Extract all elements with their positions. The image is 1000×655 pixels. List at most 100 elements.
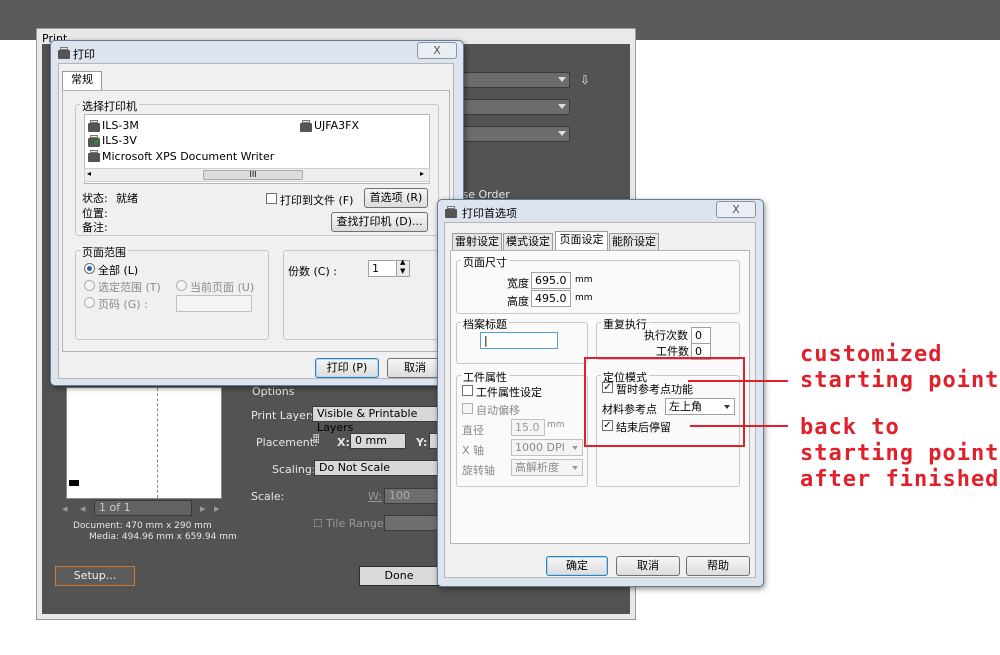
height-input[interactable]: 495.0: [531, 290, 571, 307]
ai-tile-range-input[interactable]: [384, 515, 440, 531]
select-printer-label: 选择打印机: [80, 98, 139, 114]
width-label: 宽度: [507, 277, 529, 290]
chevron-down-icon: [558, 131, 566, 136]
printer-icon: [445, 206, 457, 218]
width-unit: mm: [575, 275, 593, 285]
annotation-pointer-line: [690, 425, 788, 427]
height-unit: mm: [575, 293, 593, 303]
ai-setup-button[interactable]: Setup...: [55, 566, 135, 586]
ai-w-input[interactable]: 100: [384, 488, 440, 504]
ai-scaling-select[interactable]: Do Not Scale: [314, 460, 440, 476]
comment-label: 备注:: [82, 221, 108, 234]
annotation-highlight-box: [584, 357, 745, 447]
tab-page[interactable]: 页面设定: [555, 231, 608, 251]
default-check-icon: ✔: [93, 138, 101, 148]
print-cancel-button[interactable]: 取消: [387, 358, 443, 378]
ai-printer-save-icon[interactable]: ⇩: [580, 73, 590, 87]
auto-offset-label[interactable]: 自动偏移: [476, 402, 520, 418]
diameter-label: 直径: [462, 424, 484, 437]
tab-energy[interactable]: 能阶设定: [609, 233, 659, 251]
x-axis-select[interactable]: 1000 DPI: [511, 439, 583, 456]
ai-page-prev-icon[interactable]: ◂: [80, 502, 86, 515]
annotation-back-line3: after finished: [800, 467, 1000, 492]
annotation-back-line2: starting point: [800, 441, 1000, 466]
status-value: 就绪: [116, 192, 138, 205]
printer-icon: [88, 150, 100, 162]
ai-scaling-label: Scaling:: [272, 463, 316, 476]
file-title-input[interactable]: |: [480, 332, 558, 349]
rotation-label: 旋转轴: [462, 464, 495, 477]
range-pages-label[interactable]: 页码 (G) :: [98, 296, 148, 312]
ai-x-label: X:: [337, 436, 350, 449]
spin-up-icon[interactable]: ▲: [400, 258, 405, 266]
ai-tile-range-checkbox[interactable]: ☐: [313, 517, 323, 530]
pref-cancel-button[interactable]: 取消: [616, 556, 680, 576]
printer-item[interactable]: Microsoft XPS Document Writer: [102, 150, 274, 163]
auto-offset-checkbox[interactable]: [462, 403, 473, 414]
close-icon[interactable]: X: [417, 42, 457, 59]
ai-page-first-icon[interactable]: ◂: [62, 502, 68, 515]
print-to-file-checkbox[interactable]: [266, 193, 277, 204]
ai-scale-label: Scale:: [251, 490, 285, 503]
tab-general[interactable]: 常规: [62, 71, 102, 91]
printer-item[interactable]: ILS-3V: [102, 134, 137, 147]
work-attr-setting-label[interactable]: 工件属性设定: [476, 384, 542, 400]
annotation-custom-line2: starting point: [800, 368, 1000, 393]
tab-laser[interactable]: 雷射设定: [452, 233, 502, 251]
exec-count-label: 执行次数: [644, 329, 688, 342]
copies-input[interactable]: 1: [368, 260, 398, 277]
ai-y-label: Y:: [416, 436, 428, 449]
help-button[interactable]: 帮助: [686, 556, 750, 576]
ai-page-last-icon[interactable]: ▸: [214, 502, 220, 515]
file-title-label: 档案标题: [461, 316, 509, 332]
annotation-back-line1: back to: [800, 415, 900, 440]
range-all-radio[interactable]: [84, 263, 95, 274]
ai-options-header: Options: [252, 385, 295, 398]
scroll-left-icon[interactable]: ◂: [87, 169, 91, 178]
printer-item[interactable]: UJFA3FX: [314, 119, 359, 132]
chevron-down-icon: [572, 466, 578, 470]
status-label: 状态:: [82, 192, 108, 205]
range-current-radio[interactable]: [176, 280, 187, 291]
tab-mode[interactable]: 模式设定: [503, 233, 553, 251]
diameter-input[interactable]: 15.0: [511, 419, 545, 436]
preferences-dialog-title: 打印首选项: [462, 207, 517, 220]
print-to-file-label[interactable]: 打印到文件 (F): [280, 192, 353, 208]
spin-down-icon[interactable]: ▼: [400, 267, 405, 275]
range-pages-radio[interactable]: [84, 297, 95, 308]
placement-grid-icon[interactable]: ⁞⁞⁞: [312, 432, 321, 447]
ai-page-number-field[interactable]: 1 of 1: [94, 500, 192, 516]
printer-item[interactable]: ILS-3M: [102, 119, 139, 132]
find-printer-button[interactable]: 查找打印机 (D)...: [331, 212, 428, 232]
ai-print-preview: [66, 387, 222, 499]
ai-x-input[interactable]: 0 mm: [350, 433, 406, 449]
ai-print-layers-select[interactable]: Visible & Printable Layers: [312, 406, 440, 434]
annotation-custom-line1: customized: [800, 342, 943, 367]
ai-page-next-icon[interactable]: ▸: [200, 502, 206, 515]
height-label: 高度: [507, 295, 529, 308]
scroll-right-icon[interactable]: ▸: [420, 169, 424, 178]
scroll-thumb[interactable]: III: [203, 170, 303, 180]
range-current-label[interactable]: 当前页面 (U): [190, 279, 254, 295]
pages-input[interactable]: [176, 295, 252, 312]
close-icon[interactable]: X: [716, 201, 756, 218]
ai-media-size: Media: 494.96 mm x 659.94 mm: [89, 532, 237, 542]
printer-list-scrollbar[interactable]: ◂ III ▸: [84, 168, 430, 182]
ai-done-button[interactable]: Done: [359, 566, 439, 586]
work-attr-checkbox[interactable]: [462, 385, 473, 396]
range-selection-label[interactable]: 选定范围 (T): [98, 279, 161, 295]
rotation-select[interactable]: 高解析度: [511, 459, 583, 476]
copies-spinner[interactable]: ▲ ▼: [396, 258, 410, 277]
repeat-label: 重复执行: [601, 316, 649, 332]
print-button[interactable]: 打印 (P): [315, 358, 379, 378]
exec-count-input[interactable]: 0: [691, 327, 711, 344]
preferences-button[interactable]: 首选项 (R): [364, 188, 428, 208]
range-selection-radio[interactable]: [84, 280, 95, 291]
chevron-down-icon: [572, 446, 578, 450]
ai-tile-range-label: Tile Range:: [326, 517, 388, 530]
printer-icon: [58, 47, 70, 59]
width-input[interactable]: 695.0: [531, 272, 571, 289]
range-all-label[interactable]: 全部 (L): [98, 262, 138, 278]
ok-button[interactable]: 确定: [546, 556, 608, 576]
chevron-down-icon: [558, 104, 566, 109]
